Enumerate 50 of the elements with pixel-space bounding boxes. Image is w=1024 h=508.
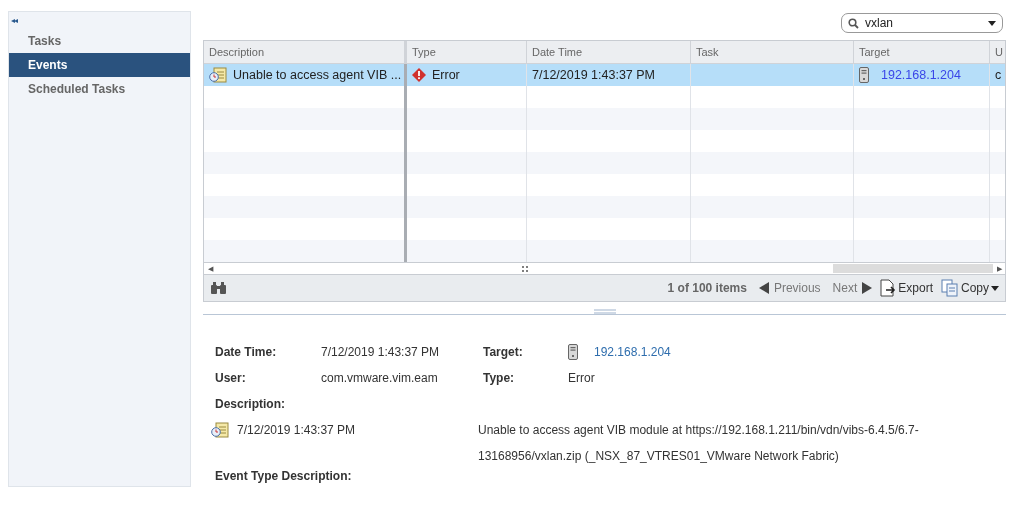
export-icon — [880, 279, 897, 297]
column-header[interactable]: Date Time — [532, 46, 583, 58]
column-header[interactable]: Target — [859, 46, 890, 58]
next-button[interactable]: Next — [832, 281, 873, 295]
section-label: Event Type Description: — [215, 469, 353, 483]
sidebar-item[interactable]: Tasks — [9, 29, 190, 53]
server-icon — [859, 67, 869, 83]
table-cell: c — [995, 68, 1002, 82]
server-icon — [568, 344, 578, 360]
field-value: com.vmware.vim.eam — [321, 371, 438, 385]
error-icon — [412, 68, 426, 82]
copy-button[interactable]: Copy — [941, 279, 999, 297]
field-label: Type: — [483, 371, 516, 385]
dropdown-caret-icon — [991, 285, 999, 291]
previous-button[interactable]: Previous — [758, 281, 821, 295]
scroll-grip-icon[interactable] — [521, 265, 528, 272]
field-value: Error — [568, 371, 595, 385]
table-cell: 7/12/2019 1:43:37 PM — [532, 68, 655, 82]
search-value: vxlan — [865, 16, 894, 30]
search-field[interactable]: vxlan — [841, 13, 1003, 33]
item-count: 1 of 100 items — [667, 281, 747, 295]
dropdown-caret-icon[interactable] — [988, 20, 996, 26]
sidebar-item[interactable]: Events — [9, 53, 190, 77]
field-value: 7/12/2019 1:43:37 PM — [321, 345, 440, 359]
table-row[interactable]: Unable to access agent VIB ... Error 7/12/2019 1:43:37 PM 192.168.1.204 c — [204, 64, 1005, 86]
search-icon — [848, 17, 859, 29]
field-label: User: — [215, 371, 247, 385]
previous-arrow-icon — [758, 282, 769, 294]
event-log-icon — [211, 422, 229, 438]
field-label: Date Time: — [215, 345, 278, 359]
event-log-icon — [209, 67, 227, 83]
event-message: Unable to access agent VIB module at https://192.168.1.211/bin/vdn/vibs-6.4.5/6.7-13168956/vxlan.zip (_NSX_87_VTRES01_VMware Network Fabric) — [478, 422, 920, 465]
table-cell: Error — [432, 68, 460, 82]
section-label: Description: — [215, 397, 286, 411]
column-header[interactable]: U — [995, 46, 1003, 58]
column-header[interactable]: Description — [209, 46, 265, 58]
copy-icon — [941, 279, 959, 297]
target-link[interactable]: 192.168.1.204 — [594, 345, 671, 359]
target-link[interactable]: 192.168.1.204 — [881, 68, 961, 82]
event-time: 7/12/2019 1:43:37 PM — [237, 422, 356, 439]
splitter-handle-icon[interactable] — [593, 309, 616, 314]
export-button[interactable]: Export — [880, 279, 933, 297]
collapse-icon[interactable]: ◂◂ — [9, 12, 19, 27]
binoculars-icon[interactable] — [210, 281, 227, 295]
column-header[interactable]: Type — [412, 46, 436, 58]
sidebar-item[interactable]: Scheduled Tasks — [9, 77, 190, 101]
table-cell: Unable to access agent VIB ... — [233, 68, 402, 82]
next-arrow-icon — [862, 282, 873, 294]
field-label: Target: — [483, 345, 524, 359]
column-header[interactable]: Task — [696, 46, 719, 58]
